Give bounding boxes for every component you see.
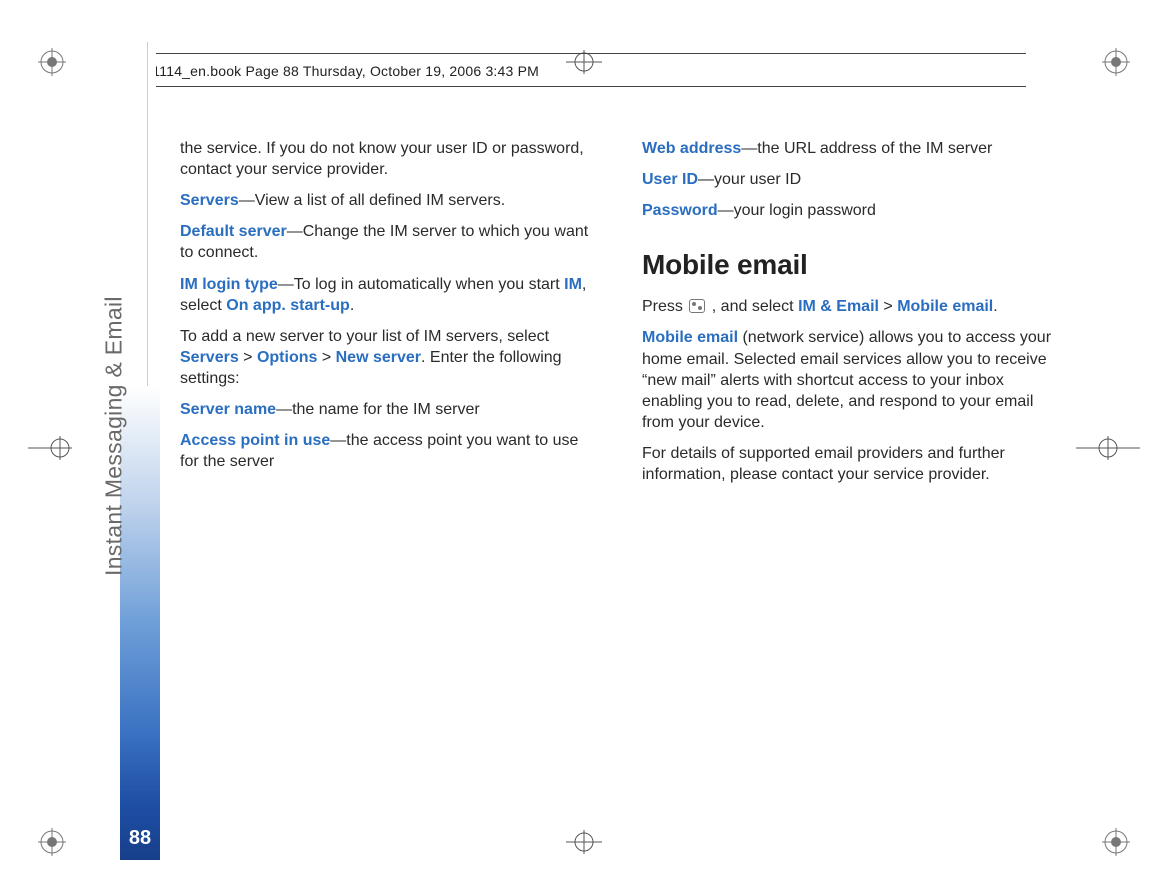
paragraph: Press , and select IM & Email > Mobile e… bbox=[642, 296, 1058, 317]
crop-mark-icon bbox=[1070, 434, 1146, 462]
text: . bbox=[350, 297, 354, 314]
menu-key-icon bbox=[689, 299, 705, 313]
text: > bbox=[317, 349, 335, 366]
term-options: Options bbox=[257, 349, 317, 366]
term-servers: Servers bbox=[180, 192, 239, 209]
term-servers: Servers bbox=[180, 349, 239, 366]
crop-mark-icon bbox=[38, 48, 66, 76]
text: —View a list of all defined IM servers. bbox=[239, 192, 505, 209]
text: —the URL address of the IM server bbox=[741, 140, 992, 157]
text: To add a new server to your list of IM s… bbox=[180, 328, 549, 345]
sidebar: Instant Messaging & Email 88 bbox=[72, 42, 156, 860]
paragraph: User ID—your user ID bbox=[642, 169, 1058, 190]
paragraph: Web address—the URL address of the IM se… bbox=[642, 138, 1058, 159]
paragraph: To add a new server to your list of IM s… bbox=[180, 326, 596, 389]
term-im: IM bbox=[564, 276, 582, 293]
term-im-and-email: IM & Email bbox=[798, 298, 879, 315]
paragraph: For details of supported email providers… bbox=[642, 443, 1058, 485]
term-user-id: User ID bbox=[642, 171, 698, 188]
text: > bbox=[239, 349, 257, 366]
paragraph: Mobile email (network service) allows yo… bbox=[642, 327, 1058, 433]
term-web-address: Web address bbox=[642, 140, 741, 157]
paragraph: IM login type—To log in automatically wh… bbox=[180, 274, 596, 316]
term-server-name: Server name bbox=[180, 401, 276, 418]
text: —your user ID bbox=[698, 171, 801, 188]
text: —your login password bbox=[718, 202, 876, 219]
running-header: R1114_en.book Page 88 Thursday, October … bbox=[142, 53, 1026, 87]
term-access-point: Access point in use bbox=[180, 432, 330, 449]
crop-mark-icon bbox=[38, 828, 66, 856]
section-label: Instant Messaging & Email bbox=[72, 42, 156, 860]
paragraph: Server name—the name for the IM server bbox=[180, 399, 596, 420]
crop-mark-icon bbox=[556, 828, 612, 856]
paragraph: the service. If you do not know your use… bbox=[180, 138, 596, 180]
term-default-server: Default server bbox=[180, 223, 287, 240]
crop-mark-icon bbox=[1102, 828, 1130, 856]
text: , and select bbox=[707, 298, 798, 315]
text: —the name for the IM server bbox=[276, 401, 480, 418]
text: . bbox=[993, 298, 997, 315]
term-mobile-email: Mobile email bbox=[642, 329, 738, 346]
term-im-login-type: IM login type bbox=[180, 276, 278, 293]
heading-mobile-email: Mobile email bbox=[642, 247, 1058, 284]
crop-mark-icon bbox=[1102, 48, 1130, 76]
paragraph: Default server—Change the IM server to w… bbox=[180, 221, 596, 263]
text: Press bbox=[642, 298, 687, 315]
body-text: the service. If you do not know your use… bbox=[180, 138, 1058, 816]
term-on-app-startup: On app. start-up bbox=[226, 297, 350, 314]
paragraph: Access point in use—the access point you… bbox=[180, 430, 596, 472]
text: > bbox=[879, 298, 897, 315]
paragraph: Password—your login password bbox=[642, 200, 1058, 221]
paragraph: Servers—View a list of all defined IM se… bbox=[180, 190, 596, 211]
term-mobile-email: Mobile email bbox=[897, 298, 993, 315]
term-password: Password bbox=[642, 202, 718, 219]
term-new-server: New server bbox=[336, 349, 421, 366]
text: —To log in automatically when you start bbox=[278, 276, 564, 293]
page: R1114_en.book Page 88 Thursday, October … bbox=[0, 0, 1168, 896]
page-number: 88 bbox=[120, 827, 160, 850]
